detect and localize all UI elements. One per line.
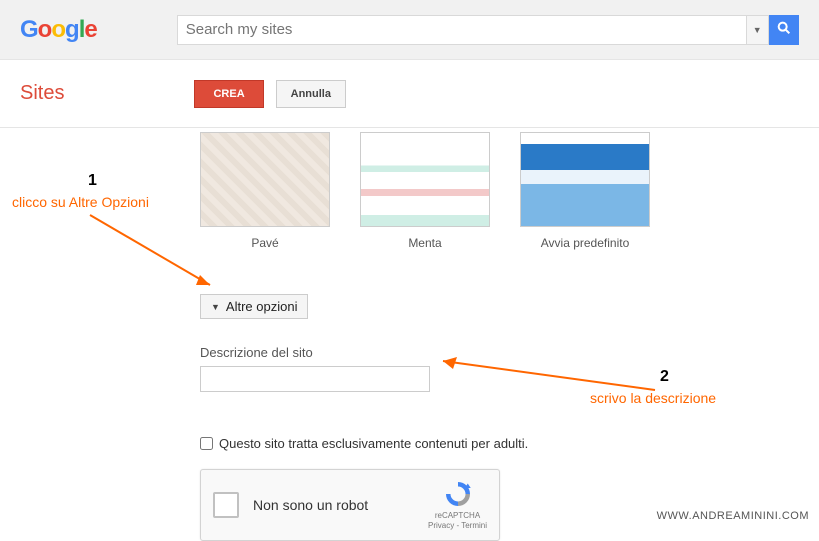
google-logo: Google [20, 16, 97, 44]
watermark: WWW.ANDREAMININI.COM [657, 510, 809, 522]
search-icon [776, 20, 792, 39]
theme-option[interactable]: Menta [360, 132, 490, 250]
search-input[interactable] [177, 15, 747, 45]
adult-content-row[interactable]: Questo sito tratta esclusivamente conten… [200, 436, 819, 451]
create-button[interactable]: CREA [194, 80, 263, 108]
theme-label: Pavé [251, 236, 278, 250]
recaptcha-widget[interactable]: Non sono un robot reCAPTCHA Privacy - Te… [200, 469, 500, 541]
theme-thumbnail [360, 132, 490, 227]
recaptcha-label: Non sono un robot [253, 497, 428, 513]
header-bar: Google ▼ [0, 0, 819, 60]
description-label: Descrizione del sito [200, 345, 819, 360]
annotation-number: 1 [88, 172, 97, 190]
search-container: ▼ [177, 15, 799, 45]
site-description-input[interactable] [200, 366, 430, 392]
toolbar: Sites CREA Annulla [0, 60, 819, 128]
adult-content-checkbox[interactable] [200, 437, 213, 450]
annotation-number: 2 [660, 368, 669, 386]
page-title: Sites [20, 82, 64, 105]
search-button[interactable] [769, 15, 799, 45]
theme-label: Avvia predefinito [541, 236, 630, 250]
theme-list: Pavé Menta Avvia predefinito [200, 132, 819, 250]
cancel-button[interactable]: Annulla [276, 80, 346, 108]
theme-label: Menta [408, 236, 441, 250]
recaptcha-brand: reCAPTCHA [428, 511, 487, 521]
adult-content-label: Questo sito tratta esclusivamente conten… [219, 436, 528, 451]
annotation-text: clicco su Altre Opzioni [12, 194, 149, 210]
recaptcha-checkbox[interactable] [213, 492, 239, 518]
annotation-text: scrivo la descrizione [590, 390, 716, 406]
recaptcha-terms: Privacy - Termini [428, 521, 487, 531]
recaptcha-icon [443, 479, 473, 509]
more-options-label: Altre opzioni [226, 299, 298, 314]
theme-thumbnail [200, 132, 330, 227]
recaptcha-branding: reCAPTCHA Privacy - Termini [428, 479, 487, 530]
more-options-toggle[interactable]: ▼ Altre opzioni [200, 294, 308, 319]
theme-option[interactable]: Pavé [200, 132, 330, 250]
caret-down-icon: ▼ [211, 302, 220, 312]
theme-thumbnail [520, 132, 650, 227]
content-area: Pavé Menta Avvia predefinito ▼ Altre opz… [0, 128, 819, 541]
search-dropdown[interactable]: ▼ [747, 15, 769, 45]
theme-option[interactable]: Avvia predefinito [520, 132, 650, 250]
